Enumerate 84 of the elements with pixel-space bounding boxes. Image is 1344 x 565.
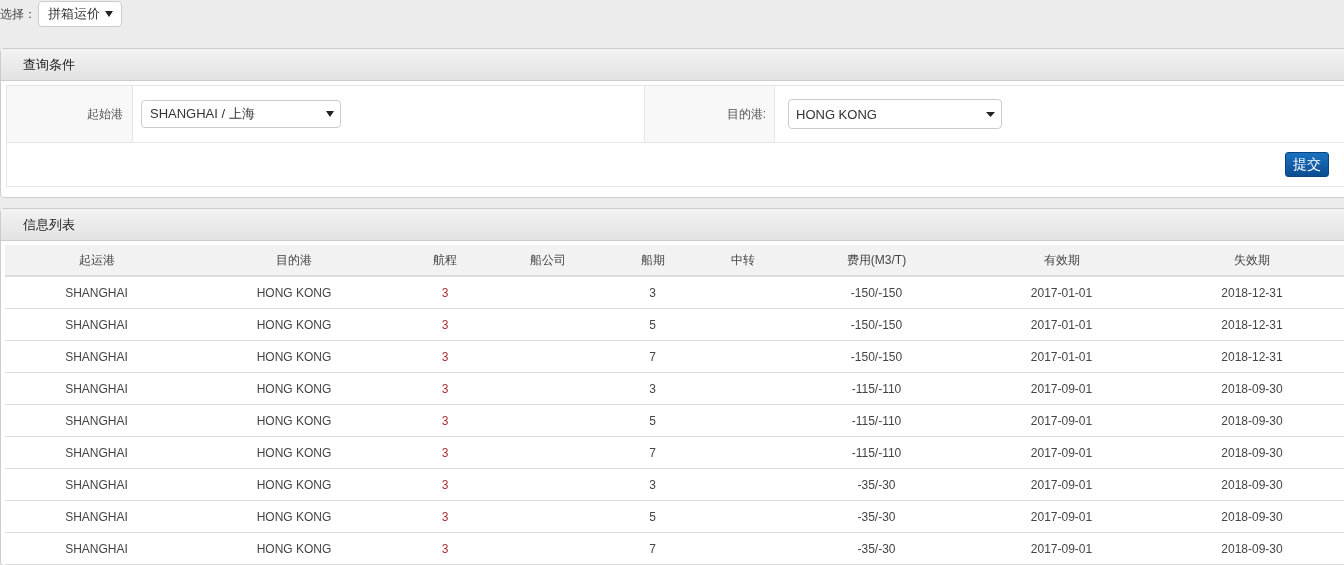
table-cell: 2017-01-01: [968, 276, 1155, 309]
table-cell: HONG KONG: [188, 276, 400, 309]
table-cell: 2017-09-01: [968, 372, 1155, 405]
column-header: 失效期: [1155, 245, 1344, 276]
table-cell: 2017-09-01: [968, 500, 1155, 533]
table-cell: 2017-09-01: [968, 404, 1155, 437]
table-cell: SHANGHAI: [5, 276, 188, 309]
table-cell: SHANGHAI: [5, 404, 188, 437]
table-cell: HONG KONG: [188, 404, 400, 437]
table-cell: 5: [605, 500, 700, 533]
table-cell: 2018-09-30: [1155, 436, 1344, 469]
table-cell: 2018-09-30: [1155, 500, 1344, 533]
table-cell: -115/-110: [785, 436, 968, 469]
table-cell: HONG KONG: [188, 500, 400, 533]
column-header: 中转: [700, 245, 785, 276]
table-cell: SHANGHAI: [5, 340, 188, 373]
table-cell: 7: [605, 340, 700, 373]
table-cell: 2017-01-01: [968, 308, 1155, 341]
table-cell: 2018-09-30: [1155, 404, 1344, 437]
panel-title: 信息列表: [23, 215, 75, 234]
column-header: 费用(M3/T): [785, 245, 968, 276]
table-cell: SHANGHAI: [5, 308, 188, 341]
table-cell: 7: [605, 532, 700, 565]
table-cell: SHANGHAI: [5, 468, 188, 501]
column-header: 有效期: [968, 245, 1155, 276]
table-cell: 3: [400, 500, 490, 533]
field-label: 起始港: [87, 105, 123, 123]
table-cell: 2017-09-01: [968, 436, 1155, 469]
table-cell: 3: [605, 372, 700, 405]
table-cell: 3: [400, 404, 490, 437]
table-cell: HONG KONG: [188, 340, 400, 373]
table-cell: 2017-09-01: [968, 532, 1155, 565]
table-cell: -115/-110: [785, 404, 968, 437]
table-cell: 3: [605, 468, 700, 501]
table-cell: -115/-110: [785, 372, 968, 405]
field-label: 目的港:: [726, 105, 766, 123]
table-cell: HONG KONG: [188, 436, 400, 469]
type-dropdown[interactable]: 拼箱运价: [38, 1, 122, 27]
table-cell: 5: [605, 404, 700, 437]
caret-icon: [986, 111, 995, 117]
table-cell: SHANGHAI: [5, 532, 188, 565]
table-cell: 3: [605, 276, 700, 309]
table-cell: 2017-09-01: [968, 468, 1155, 501]
selector-label: 选择：: [0, 5, 36, 23]
caret-icon: [105, 11, 113, 17]
column-header: 船期: [605, 245, 700, 276]
table-cell: 2018-12-31: [1155, 308, 1344, 341]
submit-button[interactable]: 提交: [1285, 152, 1329, 177]
table-cell: SHANGHAI: [5, 372, 188, 405]
table-cell: -150/-150: [785, 308, 968, 341]
table-cell: 2018-09-30: [1155, 468, 1344, 501]
table-cell: 3: [400, 340, 490, 373]
table-cell: 2017-01-01: [968, 340, 1155, 373]
column-header: 起运港: [5, 245, 188, 276]
table-cell: SHANGHAI: [5, 500, 188, 533]
table-cell: HONG KONG: [188, 532, 400, 565]
table-cell: 3: [400, 468, 490, 501]
table-cell: SHANGHAI: [5, 436, 188, 469]
table-cell: 5: [605, 308, 700, 341]
panel-title: 查询条件: [23, 55, 75, 74]
table-cell: HONG KONG: [188, 372, 400, 405]
table-cell: 2018-09-30: [1155, 372, 1344, 405]
table-cell: 2018-12-31: [1155, 340, 1344, 373]
table-cell: -150/-150: [785, 276, 968, 309]
destination-dropdown[interactable]: HONG KONG: [788, 99, 1002, 129]
table-cell: HONG KONG: [188, 468, 400, 501]
table-cell: -35/-30: [785, 532, 968, 565]
caret-icon: [326, 111, 334, 117]
table-cell: -150/-150: [785, 340, 968, 373]
column-header: 航程: [400, 245, 490, 276]
table-cell: 2018-12-31: [1155, 276, 1344, 309]
table-cell: 3: [400, 436, 490, 469]
table-cell: 3: [400, 276, 490, 309]
column-header: 船公司: [490, 245, 605, 276]
table-cell: 3: [400, 372, 490, 405]
table-cell: -35/-30: [785, 468, 968, 501]
table-cell: 3: [400, 532, 490, 565]
table-cell: 2018-09-30: [1155, 532, 1344, 565]
table-cell: HONG KONG: [188, 308, 400, 341]
table-cell: 7: [605, 436, 700, 469]
table-cell: 3: [400, 308, 490, 341]
table-cell: -35/-30: [785, 500, 968, 533]
origin-dropdown[interactable]: SHANGHAI / 上海: [141, 100, 341, 128]
column-header: 目的港: [188, 245, 400, 276]
